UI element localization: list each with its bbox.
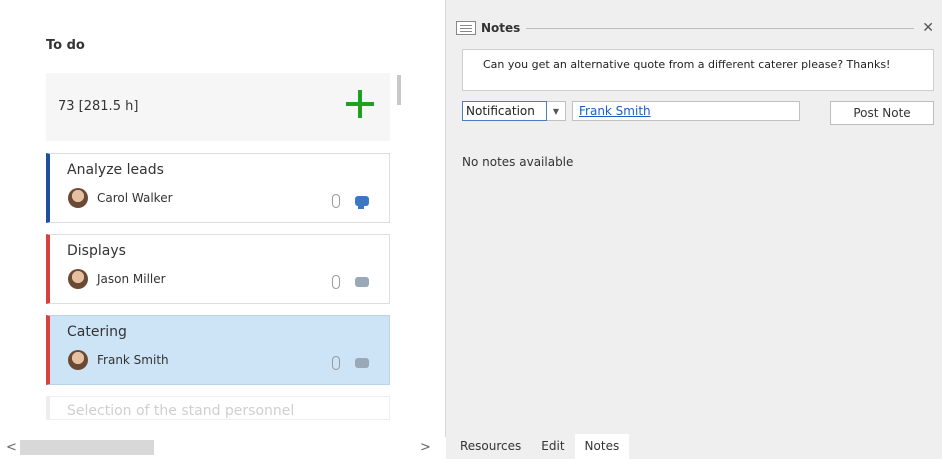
attachment-icon[interactable] (332, 194, 340, 208)
task-assignee: Frank Smith (68, 350, 169, 370)
tab-resources[interactable]: Resources (450, 434, 531, 459)
summary-count: 73 [281.5 h] (58, 99, 139, 114)
close-icon[interactable]: ✕ (922, 20, 934, 36)
post-note-button[interactable]: Post Note (830, 101, 934, 125)
vertical-scrollbar[interactable] (397, 75, 401, 105)
scroll-thumb[interactable] (20, 440, 154, 455)
comment-icon[interactable] (355, 196, 369, 209)
tab-edit[interactable]: Edit (531, 434, 574, 459)
assignee-name: Jason Miller (97, 272, 166, 286)
note-text: Can you get an alternative quote from a … (483, 58, 891, 71)
assignee-name: Carol Walker (97, 191, 173, 205)
notes-title: Notes (481, 21, 521, 35)
task-title: Catering (67, 324, 127, 340)
note-type-select[interactable]: Notification ▼ (462, 101, 566, 121)
assignee-name: Frank Smith (97, 353, 169, 367)
comment-icon[interactable] (355, 277, 369, 287)
note-icon (456, 21, 476, 35)
note-input[interactable]: Can you get an alternative quote from a … (462, 49, 934, 91)
chevron-down-icon[interactable]: ▼ (547, 101, 566, 121)
avatar (68, 188, 88, 208)
task-title: Selection of the stand personnel (67, 403, 295, 419)
recipient-field[interactable]: Frank Smith (572, 101, 800, 121)
column-summary: 73 [281.5 h] (46, 73, 390, 141)
scroll-left-icon[interactable]: < (6, 440, 17, 455)
task-title: Displays (67, 243, 126, 259)
avatar (68, 269, 88, 289)
todo-panel: To do 73 [281.5 h] Analyze leads Carol W… (0, 0, 446, 459)
task-assignee: Carol Walker (68, 188, 173, 208)
notes-panel: Notes ✕ Can you get an alternative quote… (446, 0, 942, 459)
task-title: Analyze leads (67, 162, 164, 178)
bottom-tabs: Resources Edit Notes (446, 434, 942, 459)
horizontal-scrollbar[interactable]: < > (0, 437, 446, 459)
avatar (68, 350, 88, 370)
task-card-stand-personnel[interactable]: Selection of the stand personnel (46, 396, 390, 420)
task-card-analyze-leads[interactable]: Analyze leads Carol Walker (46, 153, 390, 223)
add-task-icon[interactable] (346, 90, 374, 118)
comment-icon[interactable] (355, 358, 369, 368)
task-card-displays[interactable]: Displays Jason Miller (46, 234, 390, 304)
scroll-right-icon[interactable]: > (420, 440, 431, 455)
divider (526, 27, 915, 29)
attachment-icon[interactable] (332, 356, 340, 370)
task-card-catering[interactable]: Catering Frank Smith (46, 315, 390, 385)
empty-state-text: No notes available (462, 155, 574, 169)
recipient-link[interactable]: Frank Smith (579, 104, 651, 118)
note-type-value[interactable]: Notification (462, 101, 547, 121)
column-title: To do (46, 38, 85, 53)
attachment-icon[interactable] (332, 275, 340, 289)
task-assignee: Jason Miller (68, 269, 166, 289)
notes-header: Notes ✕ (456, 18, 934, 38)
tab-notes[interactable]: Notes (574, 434, 630, 459)
